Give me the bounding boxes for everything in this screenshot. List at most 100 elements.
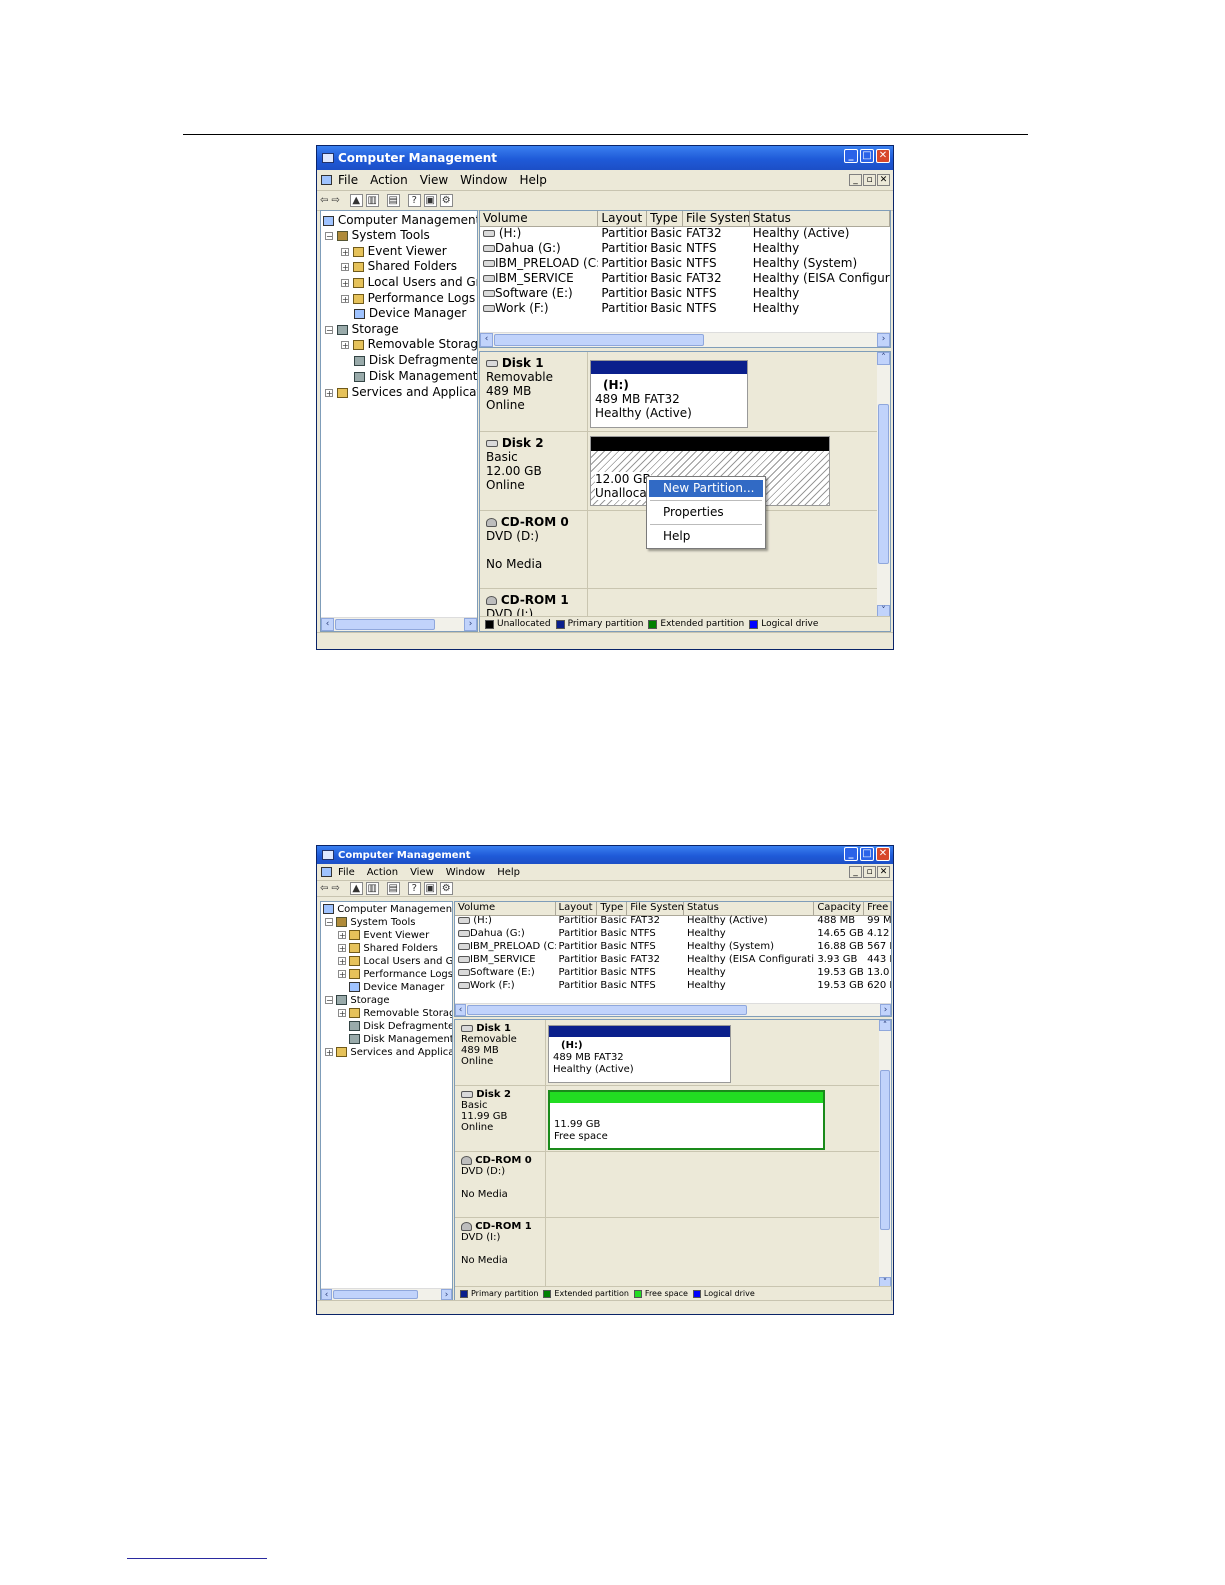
disk-label[interactable]: CD-ROM 1 DVD (I:) No Media	[455, 1218, 546, 1286]
close-button[interactable]: ✕	[876, 149, 890, 163]
tree-item-performance-logs[interactable]: + Performance Logs ar	[341, 291, 477, 305]
column-free[interactable]: Free	[864, 902, 891, 915]
collapse-icon[interactable]: −	[325, 231, 333, 240]
disk-label[interactable]: Disk 2 Basic 11.99 GB Online	[455, 1086, 546, 1151]
scroll-thumb[interactable]	[333, 1290, 418, 1299]
properties-icon[interactable]: ▤	[386, 193, 400, 207]
expand-icon[interactable]: +	[338, 957, 346, 966]
scroll-left-button[interactable]: ‹	[480, 333, 493, 347]
up-folder-icon[interactable]: ▲	[349, 881, 363, 895]
scroll-right-button[interactable]: ›	[464, 618, 477, 631]
settings-icon[interactable]: ⚙	[439, 193, 453, 207]
disk-label[interactable]: CD-ROM 0 DVD (D:) No Media	[455, 1152, 546, 1217]
column-capacity[interactable]: Capacity	[814, 902, 865, 915]
disk-view-vertical-scrollbar[interactable]: ˄ ˅	[879, 1020, 891, 1288]
table-row[interactable]: (H:) Partition Basic FAT32 Healthy (Acti…	[455, 915, 891, 928]
tree-item-local-users[interactable]: + Local Users and Grou	[341, 275, 477, 289]
column-volume[interactable]: Volume	[480, 211, 599, 226]
up-folder-icon[interactable]: ▲	[349, 193, 363, 207]
free-space-partition[interactable]: 11.99 GB Free space	[548, 1090, 825, 1150]
app-menu-icon[interactable]	[321, 175, 332, 185]
scroll-thumb[interactable]	[467, 1005, 747, 1015]
settings-icon[interactable]: ⚙	[439, 881, 453, 895]
menu-view[interactable]: View	[404, 867, 440, 878]
tree-item-local-users[interactable]: + Local Users and Grou	[338, 956, 452, 967]
scroll-up-button[interactable]: ˄	[879, 1020, 891, 1031]
show-hide-tree-icon[interactable]: ▥	[365, 193, 379, 207]
tree-item-system-tools[interactable]: − System Tools	[325, 228, 430, 242]
menu-item-properties[interactable]: Properties	[649, 504, 763, 521]
connect-icon[interactable]: ▣	[423, 193, 437, 207]
scroll-right-button[interactable]: ›	[880, 1004, 891, 1016]
table-row[interactable]: IBM_PRELOAD (C:) Partition Basic NTFS He…	[480, 256, 890, 271]
menu-action[interactable]: Action	[364, 173, 414, 187]
help-icon[interactable]: ?	[407, 881, 421, 895]
tree-item-shared-folders[interactable]: + Shared Folders	[338, 943, 438, 954]
forward-arrow-icon[interactable]: ⇨	[331, 883, 339, 894]
menu-action[interactable]: Action	[361, 867, 404, 878]
tree-item-disk-management[interactable]: Disk Management	[354, 369, 477, 383]
expand-icon[interactable]: +	[341, 262, 349, 271]
table-row[interactable]: IBM_SERVICE Partition Basic FAT32 Health…	[455, 954, 891, 967]
tree-horizontal-scrollbar[interactable]: ‹ ›	[321, 617, 477, 631]
disk-label[interactable]: Disk 1 Removable 489 MB Online	[480, 352, 588, 431]
tree-root[interactable]: Computer Management (Lo	[323, 213, 477, 227]
scroll-thumb[interactable]	[878, 404, 889, 564]
table-row[interactable]: Software (E:) Partition Basic NTFS Healt…	[480, 286, 890, 301]
scroll-thumb[interactable]	[335, 619, 435, 630]
menu-file[interactable]: File	[332, 867, 361, 878]
title-bar[interactable]: Computer Management _ □ ✕	[317, 146, 893, 170]
help-icon[interactable]: ?	[407, 193, 421, 207]
tree-root[interactable]: Computer Management (Lo	[323, 904, 452, 915]
tree-item-disk-defragmenter[interactable]: Disk Defragmenter	[349, 1021, 452, 1032]
scroll-left-button[interactable]: ‹	[455, 1004, 466, 1016]
tree-item-services-applications[interactable]: + Services and Applications	[325, 385, 477, 399]
collapse-icon[interactable]: −	[325, 996, 333, 1005]
menu-item-help[interactable]: Help	[649, 528, 763, 545]
column-layout[interactable]: Layout	[598, 211, 648, 226]
table-row[interactable]: IBM_SERVICE Partition Basic FAT32 Health…	[480, 271, 890, 286]
mdi-close-button[interactable]: ✕	[877, 174, 890, 186]
expand-icon[interactable]: +	[325, 388, 333, 397]
expand-icon[interactable]: +	[341, 340, 349, 349]
table-row[interactable]: Dahua (G:) Partition Basic NTFS Healthy …	[455, 928, 891, 941]
volume-list-horizontal-scrollbar[interactable]: ‹ ›	[455, 1003, 891, 1016]
collapse-icon[interactable]: −	[325, 918, 333, 927]
table-row[interactable]: Work (F:) Partition Basic NTFS Healthy 1…	[455, 980, 891, 993]
expand-icon[interactable]: +	[341, 247, 349, 256]
tree-item-performance-logs[interactable]: + Performance Logs ar	[338, 969, 452, 980]
expand-icon[interactable]: +	[338, 944, 346, 953]
disk-label[interactable]: Disk 1 Removable 489 MB Online	[455, 1020, 546, 1085]
scroll-left-button[interactable]: ‹	[321, 1289, 332, 1300]
scroll-up-button[interactable]: ˄	[877, 352, 890, 365]
tree-item-removable-storage[interactable]: + Removable Storage	[338, 1008, 452, 1019]
tree-item-event-viewer[interactable]: + Event Viewer	[341, 244, 447, 258]
back-arrow-icon[interactable]: ⇦	[320, 195, 328, 206]
scroll-thumb[interactable]	[880, 1070, 890, 1230]
column-volume[interactable]: Volume	[455, 902, 556, 915]
menu-help[interactable]: Help	[491, 867, 526, 878]
maximize-button[interactable]: □	[860, 847, 874, 861]
table-row[interactable]: (H:) Partition Basic FAT32 Healthy (Acti…	[480, 226, 890, 241]
maximize-button[interactable]: □	[860, 149, 874, 163]
scroll-thumb[interactable]	[494, 334, 704, 346]
expand-icon[interactable]: +	[341, 294, 349, 303]
disk-view-vertical-scrollbar[interactable]: ˄ ˅	[877, 352, 890, 618]
table-row[interactable]: Dahua (G:) Partition Basic NTFS Healthy	[480, 241, 890, 256]
tree-item-storage[interactable]: − Storage	[325, 322, 399, 336]
column-type[interactable]: Type	[597, 902, 628, 915]
collapse-icon[interactable]: −	[325, 325, 333, 334]
column-status[interactable]: Status	[750, 211, 890, 226]
disk-label[interactable]: CD-ROM 0 DVD (D:) No Media	[480, 511, 588, 588]
expand-icon[interactable]: +	[338, 931, 346, 940]
connect-icon[interactable]: ▣	[423, 881, 437, 895]
tree-item-storage[interactable]: − Storage	[325, 995, 390, 1006]
column-status[interactable]: Status	[684, 902, 815, 915]
expand-icon[interactable]: +	[341, 278, 349, 287]
tree-item-services-applications[interactable]: + Services and Application	[325, 1047, 452, 1058]
menu-view[interactable]: View	[414, 173, 454, 187]
tree-item-shared-folders[interactable]: + Shared Folders	[341, 259, 457, 273]
back-arrow-icon[interactable]: ⇦	[320, 883, 328, 894]
table-row[interactable]: Work (F:) Partition Basic NTFS Healthy	[480, 301, 890, 316]
scroll-left-button[interactable]: ‹	[321, 618, 334, 631]
